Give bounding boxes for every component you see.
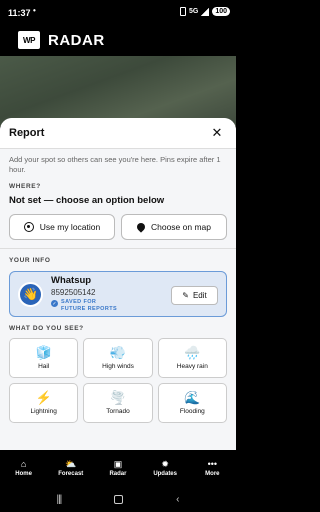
status-bar: 11:37 • 5G 100 (0, 0, 236, 24)
app-header: WP RADAR (0, 24, 236, 56)
sheet-header: Report ✕ (0, 118, 236, 148)
location-value: Not set — choose an option below (9, 195, 165, 206)
signal-icon (201, 7, 210, 16)
bottom-nav: ⌂ Home ⛅ Forecast ▣ Radar ✹ Updates ••• … (0, 450, 236, 486)
user-info-card: 👋 Whatsup 8592505142 ✓ SAVED FOR FUTURE … (9, 271, 227, 317)
use-location-label: Use my location (39, 222, 101, 232)
user-name: Whatsup (51, 275, 92, 286)
nav-label: Updates (153, 471, 177, 477)
app-title: RADAR (48, 31, 105, 49)
option-label: Heavy rain (176, 363, 208, 370)
choose-map-label: Choose on map (150, 222, 211, 232)
edit-label: Edit (192, 291, 207, 300)
system-nav-bar: ||| ‹ (0, 486, 236, 512)
close-icon[interactable]: ✕ (209, 125, 225, 141)
where-label: WHERE? (9, 183, 41, 190)
location-buttons: Use my location Choose on map (9, 214, 227, 240)
network-label: 5G (188, 8, 199, 15)
system-home-icon[interactable] (114, 494, 124, 504)
option-label: Hail (38, 363, 50, 370)
radar-icon: ▣ (113, 459, 123, 469)
status-time: 11:37 (8, 8, 31, 18)
sheet-body: Add your spot so others can see you're h… (0, 149, 236, 423)
tornado-icon: 🌪️ (109, 390, 127, 405)
saved-label: SAVED FOR FUTURE REPORTS (61, 299, 118, 312)
option-label: High winds (102, 363, 134, 370)
rain-icon: 🌧️ (184, 345, 201, 360)
what-label: WHAT DO YOU SEE? (9, 325, 84, 332)
forecast-icon: ⛅ (65, 459, 77, 469)
wp-logo: WP (18, 31, 40, 49)
back-icon[interactable]: ‹ (176, 494, 179, 505)
option-tornado[interactable]: 🌪️ Tornado (83, 383, 153, 423)
nav-forecast[interactable]: ⛅ Forecast (51, 459, 91, 477)
choose-on-map-button[interactable]: Choose on map (121, 214, 227, 240)
option-label: Flooding (179, 408, 205, 415)
nav-updates[interactable]: ✹ Updates (145, 459, 185, 477)
option-lightning[interactable]: ⚡ Lightning (9, 383, 79, 423)
battery-icon: 100 (212, 7, 230, 16)
nav-label: Home (15, 471, 32, 477)
flood-icon: 🌊 (184, 390, 201, 405)
option-heavy-rain[interactable]: 🌧️ Heavy rain (157, 338, 227, 378)
screen: 11:37 • 5G 100 WP RADAR Report ✕ Add you… (0, 0, 236, 512)
report-sheet: Report ✕ Add your spot so others can see… (0, 118, 236, 450)
nav-label: Forecast (58, 471, 84, 477)
saved-row: ✓ SAVED FOR FUTURE REPORTS (51, 299, 121, 313)
weather-options-grid: 🧊 Hail 💨 High winds 🌧️ Heavy rain ⚡ Ligh… (9, 338, 227, 423)
option-label: Lightning (30, 408, 57, 415)
check-icon: ✓ (51, 300, 58, 307)
wind-icon: 💨 (109, 345, 127, 360)
recents-icon[interactable]: ||| (56, 494, 62, 505)
nav-radar[interactable]: ▣ Radar (98, 459, 138, 477)
your-info-label: YOUR INFO (9, 257, 51, 264)
user-info-text: Whatsup 8592505142 ✓ SAVED FOR FUTURE RE… (51, 275, 121, 313)
updates-icon: ✹ (161, 459, 169, 469)
hail-icon: 🧊 (35, 345, 52, 360)
status-icons: 5G 100 (179, 7, 230, 16)
user-phone: 8592505142 (51, 288, 96, 297)
sheet-title: Report (9, 127, 45, 139)
map-pin-icon (135, 221, 147, 233)
more-icon: ••• (207, 459, 218, 469)
option-label: Tornado (106, 408, 130, 415)
nav-label: More (205, 471, 220, 477)
radar-map[interactable] (0, 56, 236, 126)
pencil-icon: ✎ (182, 291, 189, 300)
use-my-location-button[interactable]: Use my location (9, 214, 115, 240)
home-icon: ⌂ (20, 459, 27, 469)
option-flooding[interactable]: 🌊 Flooding (157, 383, 227, 423)
nav-label: Radar (109, 471, 127, 477)
lightning-icon: ⚡ (35, 390, 52, 405)
avatar: 👋 (18, 281, 43, 307)
nav-more[interactable]: ••• More (192, 459, 232, 477)
edit-button[interactable]: ✎ Edit (171, 286, 218, 305)
divider (0, 248, 236, 249)
intro-text: Add your spot so others can see you're h… (9, 155, 221, 174)
nav-home[interactable]: ⌂ Home (4, 459, 44, 477)
crosshair-icon (23, 222, 34, 232)
option-hail[interactable]: 🧊 Hail (9, 338, 79, 378)
option-high-winds[interactable]: 💨 High winds (83, 338, 153, 378)
notification-dot: • (33, 6, 36, 15)
vibrate-icon (179, 7, 186, 16)
